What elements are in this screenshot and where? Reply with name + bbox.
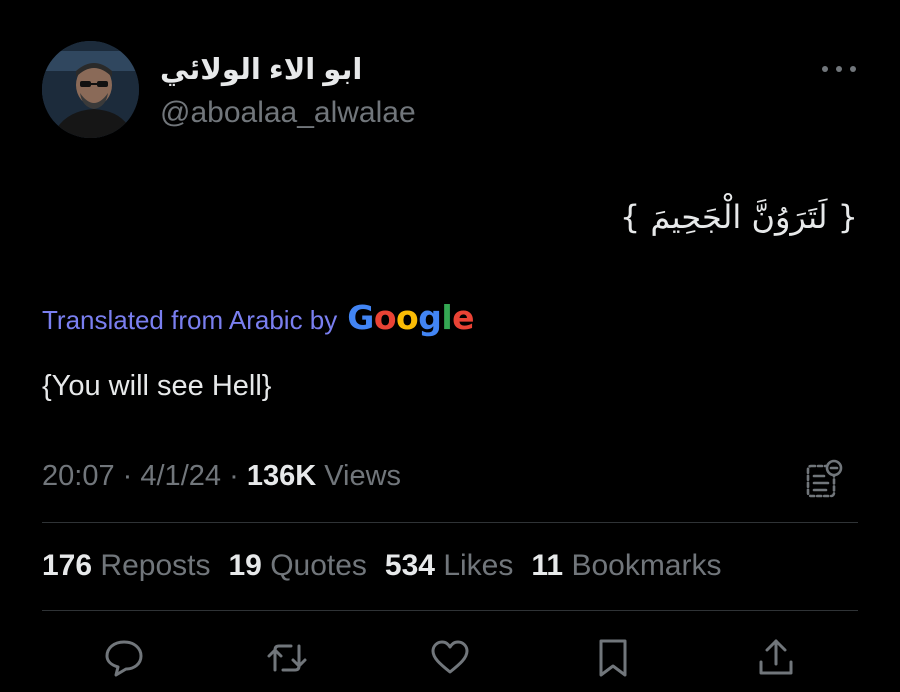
- meta-separator: ·: [122, 460, 133, 492]
- tweet-text: { لَتَرَوُنَّ الْجَحِيمَ }: [619, 198, 858, 236]
- reposts-label: Reposts: [100, 549, 211, 582]
- user-avatar-icon: [42, 41, 139, 138]
- views-label: Views: [324, 460, 402, 492]
- analytics-icon[interactable]: [804, 458, 844, 500]
- tweet-meta: 20:07 · 4/1/24 · 136K Views: [42, 460, 401, 493]
- bookmarks-stat[interactable]: 11 Bookmarks: [531, 549, 721, 583]
- translated-from-label[interactable]: Translated from Arabic by: [42, 305, 337, 336]
- bookmarks-count: 11: [531, 549, 564, 582]
- google-logo-letter: o: [373, 298, 397, 337]
- tweet-time[interactable]: 20:07: [42, 460, 115, 492]
- avatar[interactable]: [42, 41, 139, 138]
- action-bar: [0, 632, 900, 682]
- like-icon[interactable]: [428, 636, 472, 680]
- more-dot: [836, 66, 842, 72]
- author-display-name[interactable]: ابو الاء الولائي: [160, 52, 362, 87]
- google-logo-letter: l: [441, 298, 453, 337]
- likes-stat[interactable]: 534 Likes: [385, 549, 513, 583]
- translated-text: {You will see Hell}: [42, 370, 272, 402]
- google-logo-letter: G: [347, 298, 374, 337]
- reposts-count: 176: [42, 549, 93, 582]
- likes-count: 534: [384, 549, 435, 582]
- reply-icon[interactable]: [102, 636, 146, 680]
- reposts-stat[interactable]: 176 Reposts: [42, 549, 210, 583]
- quotes-count: 19: [228, 549, 262, 582]
- bookmark-icon[interactable]: [591, 636, 635, 680]
- bookmarks-label: Bookmarks: [571, 549, 722, 582]
- meta-separator: ·: [229, 460, 239, 492]
- more-dot: [850, 66, 856, 72]
- likes-label: Likes: [443, 549, 514, 582]
- share-icon[interactable]: [754, 636, 798, 680]
- repost-icon[interactable]: [265, 636, 309, 680]
- more-dot: [822, 66, 828, 72]
- more-horizontal-icon[interactable]: [822, 60, 856, 78]
- author-handle[interactable]: @aboalaa_alwalae: [160, 96, 416, 130]
- engagement-stats: 176 Reposts 19 Quotes 534 Likes 11 Bookm…: [42, 549, 721, 583]
- google-logo-letter: g: [418, 298, 442, 337]
- translation-attribution: Translated from Arabic by Google: [42, 298, 475, 337]
- google-logo-letter: o: [396, 298, 419, 337]
- divider: [42, 522, 858, 523]
- google-logo: Google: [347, 298, 474, 337]
- divider: [42, 610, 858, 611]
- tweet-date[interactable]: 4/1/24: [140, 460, 221, 492]
- views-count: 136K: [246, 460, 317, 492]
- google-logo-letter: e: [452, 298, 475, 337]
- quotes-stat[interactable]: 19 Quotes: [228, 549, 366, 583]
- quotes-label: Quotes: [270, 549, 367, 582]
- tweet-detail: ابو الاء الولائي @aboalaa_alwalae { لَتَ…: [0, 0, 900, 692]
